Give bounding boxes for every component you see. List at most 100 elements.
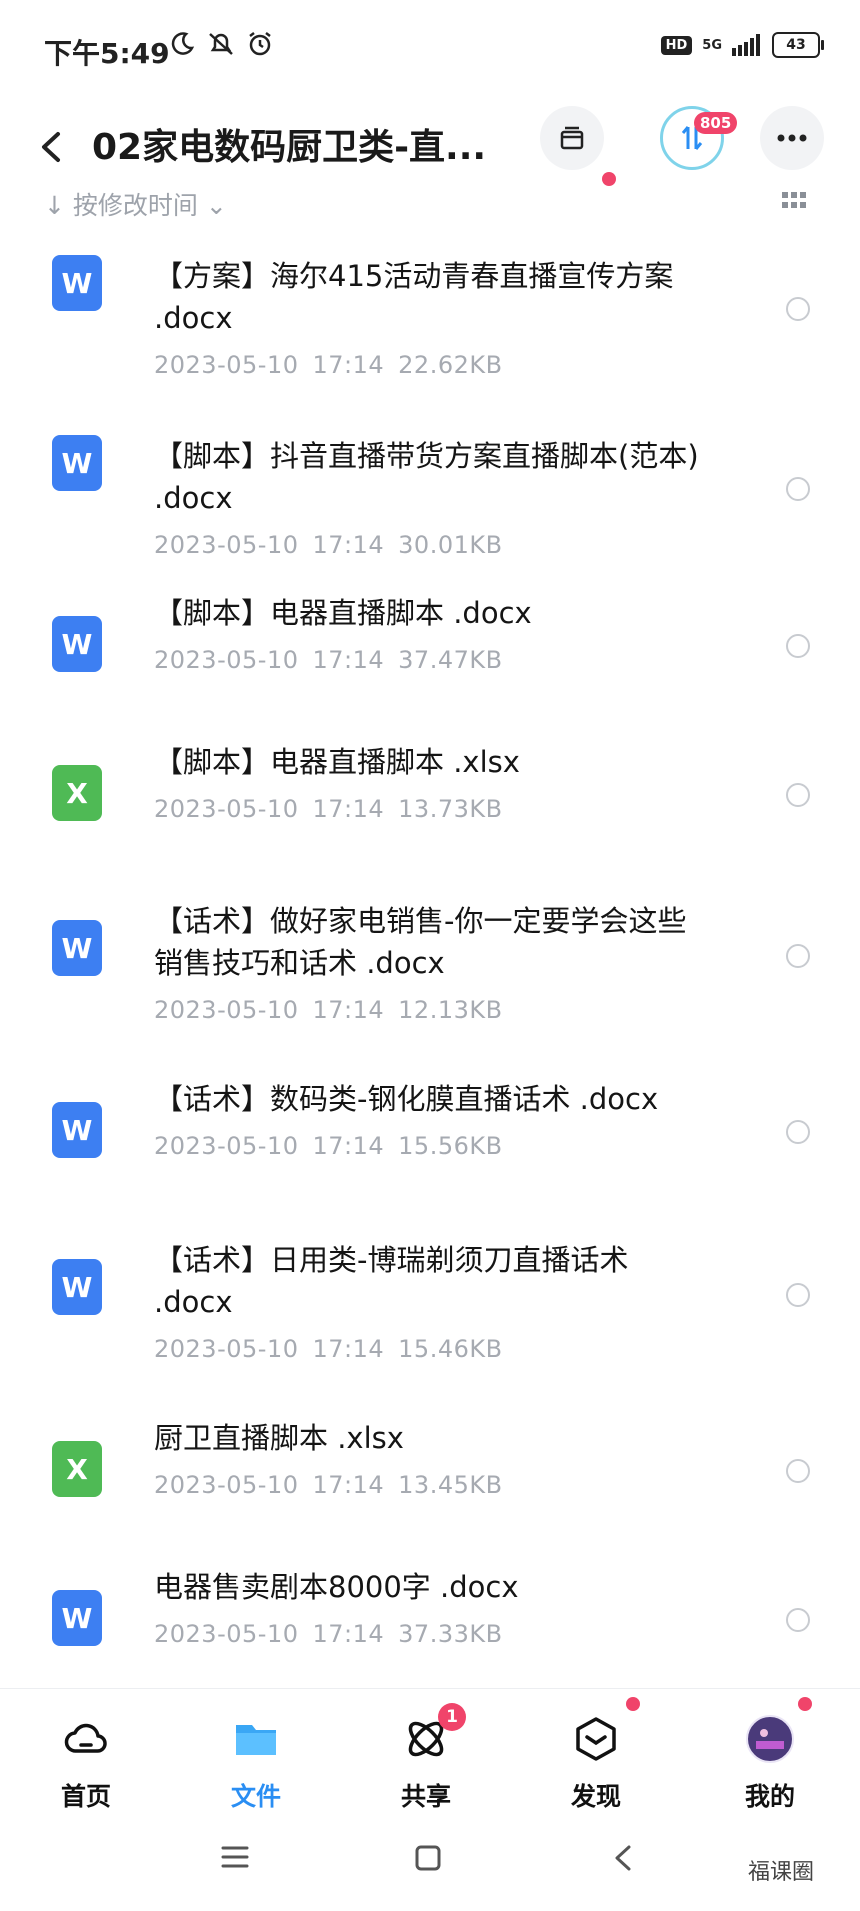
grid-view-icon xyxy=(782,192,806,208)
file-time: 17:14 xyxy=(312,351,385,379)
system-nav-bar: 福课圈 xyxy=(0,1820,860,1911)
file-size: 12.13KB xyxy=(398,996,503,1024)
file-date: 2023-05-10 xyxy=(154,1620,299,1648)
status-time: 下午5:49 xyxy=(44,37,170,70)
file-date: 2023-05-10 xyxy=(154,996,299,1024)
mute-bell-icon xyxy=(209,33,233,55)
file-meta: 2023-05-10 17:14 12.13KB xyxy=(154,996,517,1024)
excel-file-icon: X xyxy=(52,1441,102,1497)
word-file-icon: W xyxy=(52,255,102,311)
word-file-icon: W xyxy=(52,1590,102,1646)
home-square-icon[interactable] xyxy=(414,1844,442,1872)
select-checkbox[interactable] xyxy=(786,634,810,658)
back-triangle-icon[interactable] xyxy=(612,1844,634,1872)
file-meta: 2023-05-10 17:14 13.73KB xyxy=(154,795,517,823)
file-name: 厨卫直播脚本 .xlsx xyxy=(154,1421,404,1455)
file-time: 17:14 xyxy=(312,1335,385,1363)
menu-icon[interactable] xyxy=(220,1844,250,1870)
more-dots-icon xyxy=(777,134,807,142)
select-checkbox[interactable] xyxy=(786,477,810,501)
cube-icon xyxy=(576,1717,616,1761)
file-size: 15.46KB xyxy=(398,1335,503,1363)
file-size: 22.62KB xyxy=(398,351,503,379)
nav-discover[interactable]: 发现 xyxy=(536,1689,656,1815)
nav-share[interactable]: 1 共享 xyxy=(366,1689,486,1815)
sort-arrow-icon: ↓ xyxy=(44,191,73,220)
select-checkbox[interactable] xyxy=(786,1120,810,1144)
transfer-count-badge: 805 xyxy=(694,112,738,134)
file-time: 17:14 xyxy=(312,996,385,1024)
nav-me[interactable]: 我的 xyxy=(710,1689,830,1815)
select-checkbox[interactable] xyxy=(786,1459,810,1483)
select-checkbox[interactable] xyxy=(786,297,810,321)
word-file-icon: W xyxy=(52,1259,102,1315)
file-date: 2023-05-10 xyxy=(154,1132,299,1160)
file-date: 2023-05-10 xyxy=(154,1335,299,1363)
signal-icon xyxy=(732,34,760,56)
file-size: 30.01KB xyxy=(398,531,503,559)
file-size: 37.47KB xyxy=(398,646,503,674)
network-type: 5G xyxy=(702,37,722,53)
back-button[interactable] xyxy=(36,122,76,178)
file-meta: 2023-05-10 17:14 15.46KB xyxy=(154,1335,517,1363)
folder-icon xyxy=(236,1725,276,1755)
avatar-icon xyxy=(746,1715,794,1763)
file-date: 2023-05-10 xyxy=(154,1471,299,1499)
word-file-icon: W xyxy=(52,1102,102,1158)
grid-view-button[interactable] xyxy=(782,192,806,214)
chevron-down-icon: ⌄ xyxy=(197,191,227,220)
page-title: 02家电数码厨卫类-直... xyxy=(92,127,487,168)
profile-notification-dot xyxy=(798,1697,812,1711)
file-name: 【话术】做好家电销售-你一定要学会这些销售技巧和话术 .docx xyxy=(154,904,687,980)
status-bar: 下午5:49 HD 5G 43 xyxy=(0,0,860,100)
file-meta: 2023-05-10 17:14 37.33KB xyxy=(154,1620,517,1648)
nav-label: 文件 xyxy=(230,1782,281,1811)
nav-label: 发现 xyxy=(570,1782,621,1811)
sort-dropdown[interactable]: ↓ 按修改时间 ⌄ xyxy=(44,186,227,220)
nav-files[interactable]: 文件 xyxy=(196,1689,316,1815)
bottom-nav: 首页 文件 1 共享 发现 我的 xyxy=(0,1688,860,1815)
sort-bar: ↓ 按修改时间 ⌄ xyxy=(0,186,860,220)
file-name: 【话术】数码类-钢化膜直播话术 .docx xyxy=(154,1082,659,1116)
alarm-icon xyxy=(249,32,271,56)
file-time: 17:14 xyxy=(312,1471,385,1499)
more-button[interactable] xyxy=(760,106,824,170)
archive-notification-dot xyxy=(602,172,616,186)
file-meta: 2023-05-10 17:14 30.01KB xyxy=(154,531,517,559)
file-time: 17:14 xyxy=(312,646,385,674)
status-icons-left xyxy=(168,30,274,58)
share-count-badge: 1 xyxy=(438,1703,466,1731)
status-icons-right: HD 5G 43 xyxy=(660,32,824,58)
word-file-icon: W xyxy=(52,616,102,672)
select-checkbox[interactable] xyxy=(786,1608,810,1632)
chevron-left-icon xyxy=(42,132,60,162)
excel-file-icon: X xyxy=(52,765,102,821)
select-checkbox[interactable] xyxy=(786,1283,810,1307)
word-file-icon: W xyxy=(52,435,102,491)
file-size: 15.56KB xyxy=(398,1132,503,1160)
file-name: 【话术】日用类-博瑞剃须刀直播话术 .docx xyxy=(154,1243,629,1319)
file-size: 13.73KB xyxy=(398,795,503,823)
file-name: 【脚本】抖音直播带货方案直播脚本(范本) .docx xyxy=(154,439,699,515)
select-checkbox[interactable] xyxy=(786,944,810,968)
file-meta: 2023-05-10 17:14 22.62KB xyxy=(154,351,517,379)
archive-button[interactable] xyxy=(540,106,604,170)
archive-icon xyxy=(560,126,584,150)
hd-badge: HD xyxy=(660,35,693,55)
watermark: 福课圈 xyxy=(748,1860,815,1885)
file-date: 2023-05-10 xyxy=(154,531,299,559)
select-checkbox[interactable] xyxy=(786,783,810,807)
file-name: 【脚本】电器直播脚本 .xlsx xyxy=(154,745,520,779)
file-meta: 2023-05-10 17:14 13.45KB xyxy=(154,1471,517,1499)
file-meta: 2023-05-10 17:14 37.47KB xyxy=(154,646,517,674)
discover-notification-dot xyxy=(626,1697,640,1711)
file-date: 2023-05-10 xyxy=(154,351,299,379)
word-file-icon: W xyxy=(52,920,102,976)
file-meta: 2023-05-10 17:14 15.56KB xyxy=(154,1132,517,1160)
file-time: 17:14 xyxy=(312,531,385,559)
nav-home[interactable]: 首页 xyxy=(26,1689,146,1815)
nav-label: 共享 xyxy=(400,1782,451,1811)
nav-label: 我的 xyxy=(744,1782,795,1811)
file-size: 13.45KB xyxy=(398,1471,503,1499)
file-time: 17:14 xyxy=(312,1620,385,1648)
